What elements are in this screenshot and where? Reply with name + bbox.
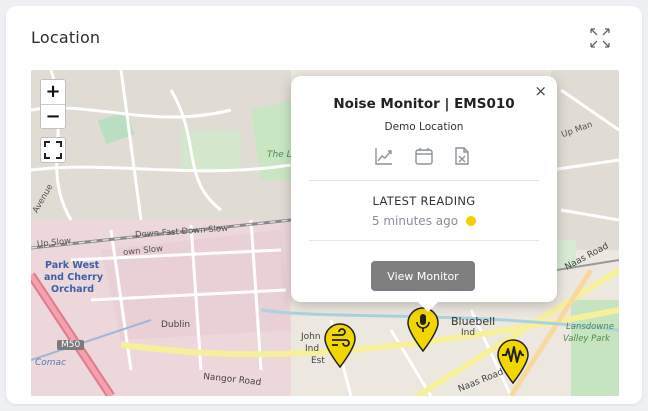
map-label: Park West xyxy=(45,260,100,271)
popup-tip xyxy=(416,300,440,312)
map-label: Orchard xyxy=(51,284,95,295)
zoom-out-button[interactable]: − xyxy=(41,104,65,128)
card-title: Location xyxy=(31,28,101,47)
map-label: Ind xyxy=(305,344,320,354)
map-label: Comac xyxy=(35,358,67,368)
map-label: Ind xyxy=(461,328,476,338)
divider xyxy=(309,180,539,181)
map-label: John xyxy=(301,332,321,342)
popup-location: Demo Location xyxy=(384,121,464,133)
latest-reading-label: LATEST READING xyxy=(372,194,476,208)
calendar-icon[interactable] xyxy=(414,146,434,166)
line-chart-icon[interactable] xyxy=(374,146,394,166)
latest-reading-value: 5 minutes ago xyxy=(371,214,459,228)
map-view[interactable]: The Lo Avenue Up Man Down Fast Down Slow… xyxy=(31,70,619,396)
map-label: Dublin xyxy=(161,320,191,330)
zoom-in-button[interactable]: + xyxy=(41,80,65,104)
map-label: and Cherry xyxy=(44,272,104,283)
latest-reading-time: 5 minutes ago xyxy=(291,214,557,228)
status-dot xyxy=(466,216,477,226)
view-monitor-button[interactable]: View Monitor xyxy=(371,261,475,291)
popup-actions xyxy=(374,146,474,168)
map-label: Valley Park xyxy=(563,334,610,344)
monitor-marker[interactable] xyxy=(496,338,530,385)
excel-file-icon[interactable] xyxy=(452,146,472,166)
fullscreen-icon xyxy=(44,141,62,159)
map-label: Lansdowne xyxy=(566,322,614,332)
monitor-marker[interactable] xyxy=(323,322,357,369)
divider xyxy=(309,240,539,241)
zoom-control: + − xyxy=(40,79,66,129)
popup-title: Noise Monitor | EMS010 xyxy=(333,96,515,112)
map-label: Bluebell xyxy=(451,315,496,328)
monitor-popup: × Noise Monitor | EMS010 Demo Location L… xyxy=(291,76,557,312)
location-card: Location The Lo Avenue Up Man Down Fast … xyxy=(6,6,642,404)
map-label: M50 xyxy=(57,340,85,350)
monitor-marker-selected[interactable] xyxy=(406,306,440,353)
fullscreen-button[interactable] xyxy=(40,137,66,163)
expand-arrows-icon[interactable] xyxy=(588,26,612,50)
